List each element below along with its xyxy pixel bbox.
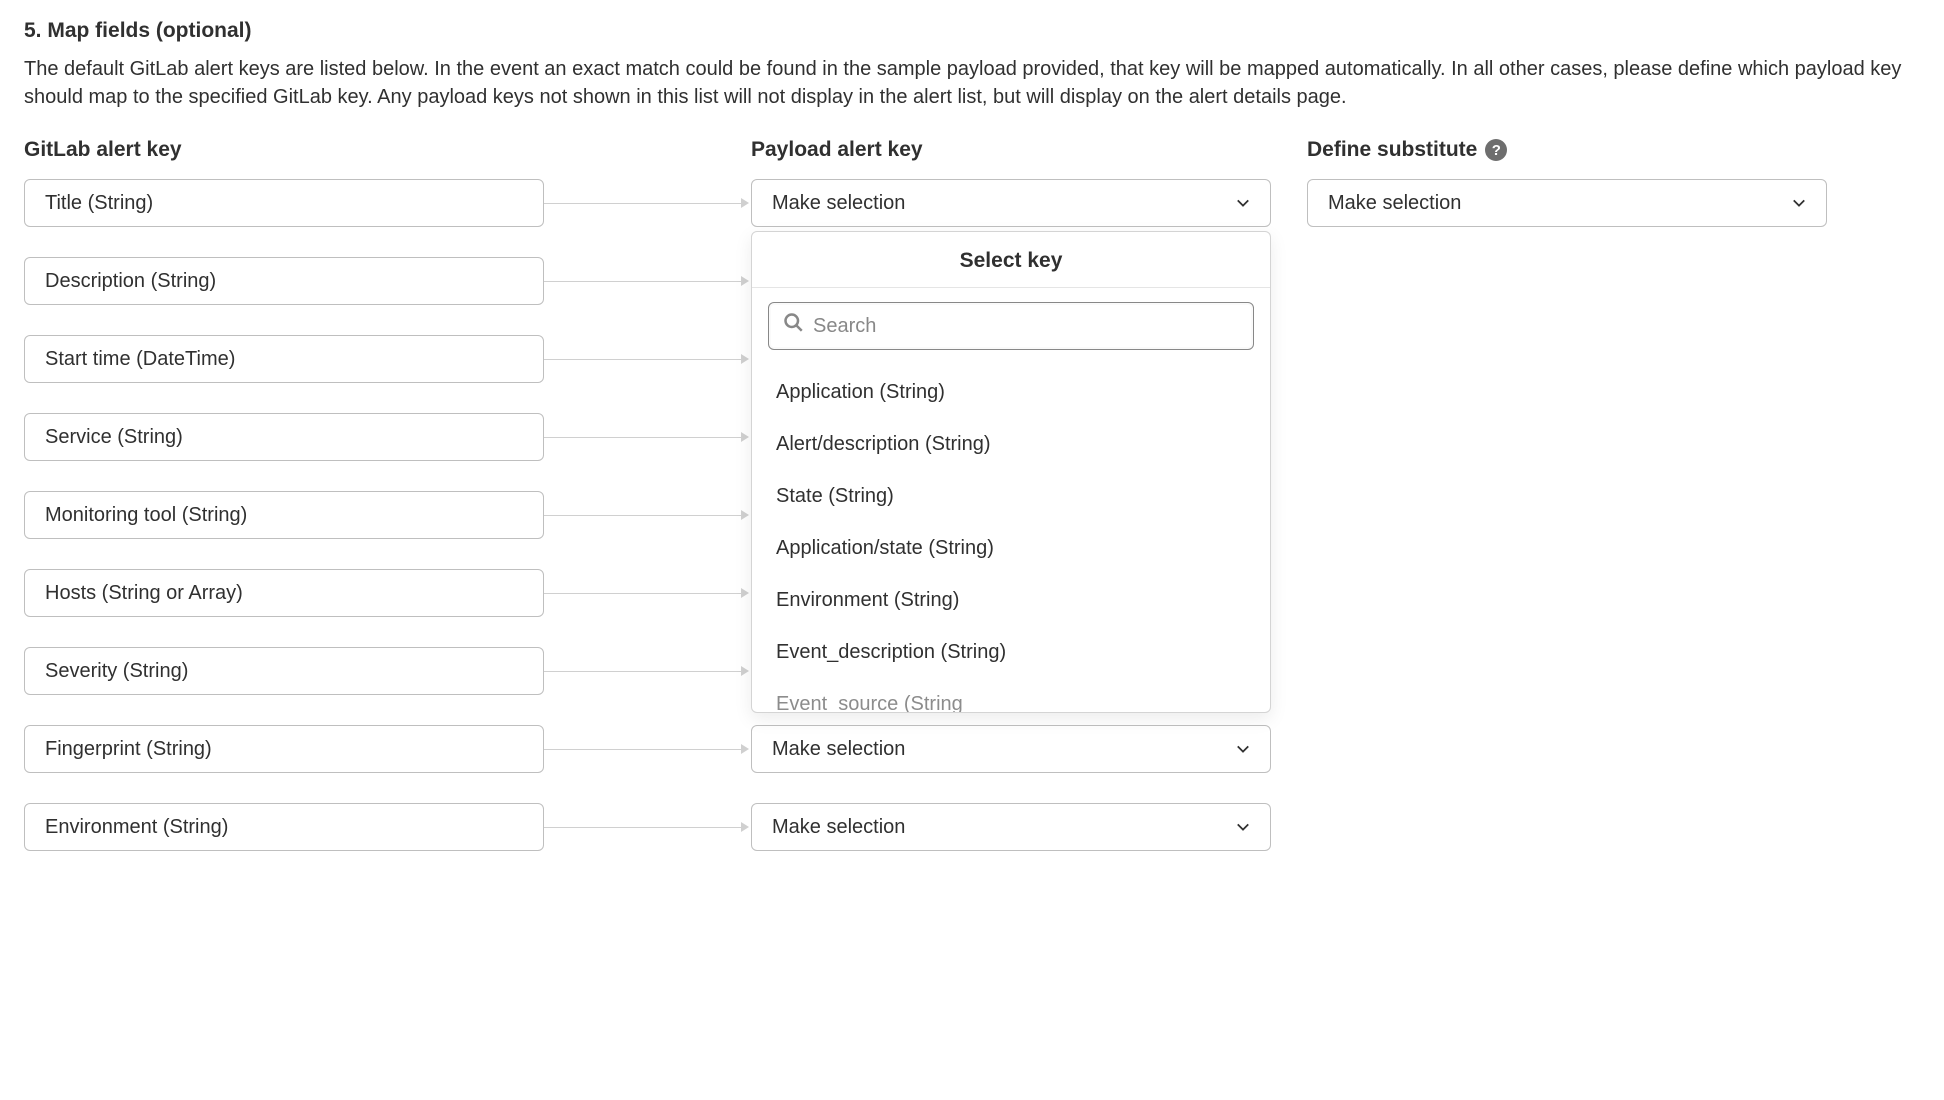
section-description: The default GitLab alert keys are listed… [24,55,1920,111]
mapping-arrow [544,725,751,773]
chevron-down-icon [1236,820,1250,834]
dropdown-option[interactable]: State (String) [752,470,1270,522]
dropdown-option[interactable]: Environment (String) [752,574,1270,626]
gitlab-key-field: Description (String) [24,257,544,305]
chevron-down-icon [1792,196,1806,210]
section-heading: 5. Map fields (optional) [24,16,1920,45]
mapping-arrow [544,569,751,617]
gitlab-key-field: Title (String) [24,179,544,227]
payload-key-select[interactable]: Make selection [751,803,1271,851]
gitlab-key-field: Environment (String) [24,803,544,851]
column-title-payload: Payload alert key [751,135,1271,164]
dropdown-option[interactable]: Event_description (String) [752,626,1270,678]
gitlab-key-field: Monitoring tool (String) [24,491,544,539]
dropdown-search-input[interactable] [813,315,1239,338]
mapping-arrow [544,413,751,461]
dropdown-option[interactable]: Application/state (String) [752,522,1270,574]
gitlab-key-field: Service (String) [24,413,544,461]
columns-header: GitLab alert key Payload alert key Defin… [24,135,1920,164]
mapping-row: Title (String) Make selection Make selec… [24,179,1920,227]
column-title-substitute: Define substitute ? [1307,135,1827,164]
mapping-arrow [544,491,751,539]
gitlab-key-field: Start time (DateTime) [24,335,544,383]
gitlab-key-field: Hosts (String or Array) [24,569,544,617]
mapping-row: Fingerprint (String) Make selection [24,725,1920,773]
dropdown-options: Application (String) Alert/description (… [752,356,1270,712]
mapping-arrow [544,257,751,305]
chevron-down-icon [1236,196,1250,210]
help-icon[interactable]: ? [1485,139,1507,161]
column-title-gitlab: GitLab alert key [24,135,544,164]
mapping-row: Environment (String) Make selection [24,803,1920,851]
substitute-select[interactable]: Make selection [1307,179,1827,227]
mapping-arrow [544,179,751,227]
search-icon [783,312,803,341]
dropdown-option[interactable]: Application (String) [752,366,1270,418]
dropdown-title: Select key [752,232,1270,288]
mapping-arrow [544,803,751,851]
dropdown-option[interactable]: Event_source (String [752,678,1270,712]
column-title-substitute-label: Define substitute [1307,135,1477,164]
mapping-arrow [544,647,751,695]
payload-key-dropdown: Select key Application (String) Alert/de… [751,231,1271,713]
payload-key-select[interactable]: Make selection [751,725,1271,773]
mapping-arrow [544,335,751,383]
dropdown-search[interactable] [768,302,1254,350]
dropdown-option[interactable]: Alert/description (String) [752,418,1270,470]
payload-key-select[interactable]: Make selection [751,179,1271,227]
gitlab-key-field: Fingerprint (String) [24,725,544,773]
gitlab-key-field: Severity (String) [24,647,544,695]
chevron-down-icon [1236,742,1250,756]
